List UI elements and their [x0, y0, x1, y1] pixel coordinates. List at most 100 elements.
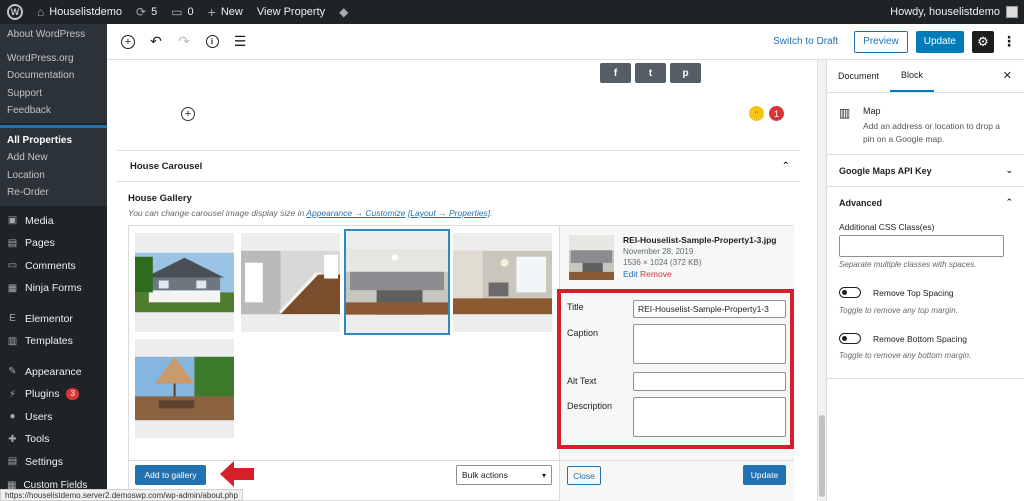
- remove-bottom-spacing-label: Remove Bottom Spacing: [873, 334, 968, 344]
- undo-button[interactable]: ↶: [145, 31, 167, 53]
- close-button[interactable]: Close: [567, 466, 601, 485]
- redo-button[interactable]: ↷: [173, 31, 195, 53]
- sidebar-item-location[interactable]: Location: [0, 167, 107, 185]
- twitter-share-button[interactable]: t: [635, 63, 666, 83]
- sidebar-item-add-new[interactable]: Add New: [0, 149, 107, 167]
- emoji-icon[interactable]: ᵔ: [749, 106, 764, 121]
- updates-link[interactable]: ⟳ 5: [129, 0, 164, 24]
- advanced-section[interactable]: Advanced ⌃: [827, 186, 1024, 218]
- settings-icon: ▤: [7, 456, 18, 468]
- diamond-menu[interactable]: ◆: [332, 0, 355, 24]
- facebook-share-button[interactable]: f: [600, 63, 631, 83]
- editor-toolbar: + ↶ ↷ i ☰ Switch to Draft Preview Update…: [107, 24, 1024, 60]
- sidebar-item-media[interactable]: ▣ Media: [0, 210, 107, 233]
- gallery-thumbnail[interactable]: [135, 339, 234, 438]
- remove-image-link[interactable]: Remove: [640, 269, 672, 279]
- social-share-row: f t p: [600, 63, 701, 83]
- sidebar-item-about[interactable]: About WordPress: [0, 26, 107, 44]
- sidebar-item-re-order[interactable]: Re-Order: [0, 184, 107, 202]
- map-icon: ▥: [839, 106, 851, 120]
- new-content-link[interactable]: + New: [201, 0, 250, 24]
- info-button[interactable]: i: [201, 31, 223, 53]
- bulk-actions-select[interactable]: Bulk actions ▾: [456, 465, 552, 485]
- house-gallery-label: House Gallery: [128, 193, 192, 204]
- gallery-thumbnail-selected[interactable]: [344, 229, 450, 335]
- switch-to-draft-button[interactable]: Switch to Draft: [773, 36, 838, 47]
- house-gallery-description: You can change carousel image display si…: [128, 208, 493, 218]
- users-icon: ●: [9, 411, 16, 423]
- scrollbar-thumb[interactable]: [819, 415, 825, 497]
- remove-bottom-spacing-toggle[interactable]: [839, 333, 861, 344]
- admin-sidebar: About WordPress WordPress.org Documentat…: [0, 24, 107, 501]
- sidebar-item-settings[interactable]: ▤ Settings: [0, 451, 107, 474]
- ninja-forms-icon: ▦: [7, 282, 18, 294]
- sidebar-item-feedback[interactable]: Feedback: [0, 102, 107, 120]
- remove-top-spacing-help: Toggle to remove any top margin.: [839, 306, 958, 315]
- error-count-badge[interactable]: 1: [769, 106, 784, 121]
- updates-icon: ⟳: [136, 5, 147, 19]
- house-carousel-metabox-header[interactable]: House Carousel ⌃: [116, 150, 800, 182]
- admin-bar: W ⌂ Houselistdemo ⟳ 5 ▭ 0 + New View Pro…: [0, 0, 1024, 24]
- my-account[interactable]: Howdy, houselistdemo: [890, 6, 1024, 18]
- remove-top-spacing-toggle[interactable]: [839, 287, 861, 298]
- layout-properties-link[interactable]: [Layout → Properties]: [408, 208, 490, 218]
- plugins-update-badge: 3: [66, 388, 79, 401]
- gallery-thumbnail[interactable]: [241, 233, 340, 332]
- wordpress-icon: W: [7, 4, 23, 20]
- title-field[interactable]: REI-Houselist-Sample-Property1-3: [633, 300, 786, 318]
- alt-text-field[interactable]: [633, 372, 786, 391]
- chevron-up-icon: ⌃: [781, 160, 790, 172]
- sidebar-item-templates[interactable]: ▥ Templates: [0, 330, 107, 353]
- preview-button[interactable]: Preview: [854, 30, 908, 53]
- sidebar-item-documentation[interactable]: Documentation: [0, 67, 107, 85]
- pinterest-share-button[interactable]: p: [670, 63, 701, 83]
- gallery-thumbnail[interactable]: [135, 233, 234, 332]
- gallery-update-button[interactable]: Update: [743, 465, 786, 485]
- wp-logo-menu[interactable]: W: [0, 0, 30, 24]
- gallery-thumbnail[interactable]: [453, 233, 552, 332]
- more-menu-button[interactable]: ⋮: [1002, 33, 1016, 50]
- description-field[interactable]: [633, 397, 786, 437]
- house-exterior-image: [135, 233, 234, 332]
- remove-bottom-spacing-help: Toggle to remove any bottom margin.: [839, 351, 972, 360]
- google-maps-api-section[interactable]: Google Maps API Key ⌄: [827, 154, 1024, 186]
- edit-image-link[interactable]: Edit: [623, 269, 638, 279]
- tab-document[interactable]: Document: [827, 60, 890, 92]
- update-button[interactable]: Update: [915, 30, 964, 53]
- kitchen-image: [346, 231, 448, 333]
- block-description: Add an address or location to drop a pin…: [863, 121, 1001, 144]
- chevron-down-icon: ▾: [541, 470, 546, 480]
- sidebar-item-comments[interactable]: ▭ Comments: [0, 255, 107, 278]
- view-property-link[interactable]: View Property: [250, 0, 332, 24]
- site-name-link[interactable]: ⌂ Houselistdemo: [30, 0, 129, 24]
- sidebar-item-elementor[interactable]: E Elementor: [0, 308, 107, 331]
- block-inserter-button[interactable]: +: [181, 107, 195, 121]
- sidebar-item-appearance[interactable]: ✎ Appearance: [0, 361, 107, 384]
- settings-toggle-button[interactable]: ⚙: [972, 30, 994, 53]
- content-scrollbar[interactable]: [817, 60, 826, 501]
- attachment-dimensions: 1536 × 1024 (372 KB): [623, 258, 702, 267]
- gear-icon: ⚙: [977, 33, 989, 49]
- home-icon: ⌂: [37, 5, 45, 19]
- outline-button[interactable]: ☰: [229, 31, 251, 53]
- close-icon[interactable]: ✕: [1003, 69, 1012, 82]
- block-name: Map: [863, 106, 881, 116]
- tab-block[interactable]: Block: [890, 60, 935, 92]
- css-class-input[interactable]: [839, 235, 1004, 257]
- sidebar-item-all-properties[interactable]: All Properties: [0, 132, 107, 150]
- add-to-gallery-button[interactable]: Add to gallery: [135, 465, 206, 485]
- sidebar-item-users[interactable]: ● Users: [0, 406, 107, 429]
- sidebar-item-wordpress-org[interactable]: WordPress.org: [0, 50, 107, 68]
- appearance-customize-link[interactable]: Appearance → Customize: [306, 208, 405, 218]
- sidebar-item-support[interactable]: Support: [0, 85, 107, 103]
- sidebar-item-tools[interactable]: ✚ Tools: [0, 428, 107, 451]
- sidebar-item-ninja-forms[interactable]: ▦ Ninja Forms: [0, 277, 107, 300]
- caption-field[interactable]: [633, 324, 786, 364]
- sidebar-item-pages[interactable]: ▤ Pages: [0, 232, 107, 255]
- sidebar-item-plugins[interactable]: ⚡ Plugins 3: [0, 383, 107, 406]
- comments-link[interactable]: ▭ 0: [164, 0, 200, 24]
- elementor-icon: E: [9, 313, 16, 325]
- redo-icon: ↷: [178, 33, 190, 49]
- add-block-button[interactable]: +: [117, 31, 139, 53]
- remove-top-spacing-label: Remove Top Spacing: [873, 288, 954, 298]
